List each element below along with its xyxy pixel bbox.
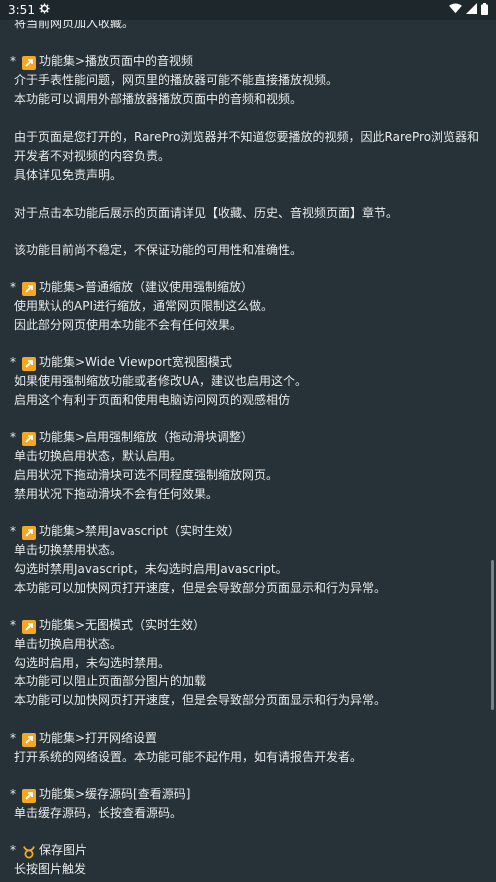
- settings-gear-icon: [39, 3, 50, 17]
- body-text: 勾选时启用，未勾选时禁用。: [14, 656, 171, 670]
- body-text: 介于手表性能问题，网页里的播放器可能不能直接播放视频。: [14, 73, 339, 87]
- arrow-up-right-icon: [22, 431, 36, 446]
- body-text: 具体详见免责声明。: [14, 168, 123, 182]
- arrow-up-right-icon: [22, 525, 36, 540]
- body-text: 使用默认的API进行缩放，通常网页限制这么做。: [14, 299, 273, 313]
- status-bar: 3:51: [0, 0, 496, 20]
- section-heading-save-image: * 保存图片: [10, 841, 488, 860]
- section-title: 功能集>禁用Javascript（实时生效）: [39, 524, 240, 538]
- bullet: *: [10, 787, 16, 801]
- section-heading-no-image: * 功能集>无图模式（实时生效）: [10, 616, 488, 635]
- help-content[interactable]: 将当前网页加入收藏。 * 功能集>播放页面中的音视频 介于手表性能问题，网页里的…: [0, 20, 496, 882]
- section-title: 功能集>播放页面中的音视频: [39, 54, 194, 68]
- body-text: 启用状况下拖动滑块可选不同程度强制缩放网页。: [14, 468, 279, 482]
- bullet: *: [10, 618, 16, 632]
- body-text: 单击切换禁用状态。: [14, 543, 123, 557]
- arrow-up-right-icon: [22, 55, 36, 70]
- scrollbar[interactable]: [491, 560, 494, 710]
- bullet: *: [10, 54, 16, 68]
- body-text: 禁用状况下拖动滑块不会有任何效果。: [14, 487, 219, 501]
- bullet: *: [10, 524, 16, 538]
- body-text: 本功能可以加快网页打开速度，但是会导致部分页面显示和行为异常。: [14, 693, 387, 707]
- body-text: 单击缓存源码，长按查看源码。: [14, 806, 183, 820]
- section-heading-media: * 功能集>播放页面中的音视频: [10, 52, 488, 71]
- body-text: 长按图片触发: [14, 862, 87, 876]
- body-text: 单击切换启用状态。: [14, 637, 123, 651]
- section-heading-source: * 功能集>缓存源码[查看源码]: [10, 785, 488, 804]
- arrow-up-right-icon: [22, 281, 36, 296]
- arrow-up-right-icon: [22, 788, 36, 803]
- body-text: 本功能可以加快网页打开速度，但是会导致部分页面显示和行为异常。: [14, 581, 387, 595]
- body-text: 本功能可以阻止页面部分图片的加载: [14, 674, 207, 688]
- battery-icon: [481, 2, 488, 18]
- bullet: *: [10, 731, 16, 745]
- section-title: 功能集>普通缩放（建议使用强制缩放）: [39, 280, 254, 294]
- section-heading-network: * 功能集>打开网络设置: [10, 729, 488, 748]
- bullet: *: [10, 355, 16, 369]
- body-text: 本功能可以调用外部播放器播放页面中的音频和视频。: [14, 92, 303, 106]
- bullet: *: [10, 843, 16, 857]
- arrow-up-right-icon: [22, 732, 36, 747]
- section-title: 功能集>启用强制缩放（拖动滑块调整）: [39, 430, 254, 444]
- bullet: *: [10, 280, 16, 294]
- taurus-icon: [22, 845, 36, 859]
- body-text: 对于点击本功能后展示的页面请详见【收藏、历史、音视频页面】章节。: [14, 206, 399, 220]
- intro-tail-text: 将当前网页加入收藏。: [14, 20, 135, 30]
- body-text: 单击切换启用状态，默认启用。: [14, 449, 183, 463]
- body-text: 因此部分网页使用本功能不会有任何效果。: [14, 318, 243, 332]
- section-title: 功能集>无图模式（实时生效）: [39, 618, 206, 632]
- section-heading-viewport: * 功能集>Wide Viewport宽视图模式: [10, 353, 488, 372]
- section-heading-zoom: * 功能集>普通缩放（建议使用强制缩放）: [10, 278, 488, 297]
- disclaimer-text: 由于页面是您打开的，RarePro浏览器并不知道您要播放的视频，因此RarePr…: [14, 130, 480, 163]
- section-heading-javascript: * 功能集>禁用Javascript（实时生效）: [10, 522, 488, 541]
- status-time: 3:51: [8, 3, 35, 17]
- section-title: 功能集>缓存源码[查看源码]: [39, 787, 191, 801]
- body-text: 打开系统的网络设置。本功能可能不起作用，如有请报告开发者。: [14, 750, 363, 764]
- section-title: 功能集>Wide Viewport宽视图模式: [39, 355, 232, 369]
- body-text: 勾选时禁用Javascript，未勾选时启用Javascript。: [14, 562, 288, 576]
- body-text: 启用这个有利于页面和使用电脑访问网页的观感相仿: [14, 393, 291, 407]
- arrow-up-right-icon: [22, 356, 36, 371]
- arrow-up-right-icon: [22, 619, 36, 634]
- body-text: 该功能目前尚不稳定，不保证功能的可用性和准确性。: [14, 243, 303, 257]
- body-text: 如果使用强制缩放功能或者修改UA，建议也启用这个。: [14, 374, 307, 388]
- section-heading-force-zoom: * 功能集>启用强制缩放（拖动滑块调整）: [10, 428, 488, 447]
- section-title: 功能集>打开网络设置: [39, 731, 158, 745]
- signal-icon: [466, 3, 477, 17]
- bullet: *: [10, 430, 16, 444]
- wifi-icon: [449, 3, 462, 17]
- section-title: 保存图片: [39, 843, 88, 857]
